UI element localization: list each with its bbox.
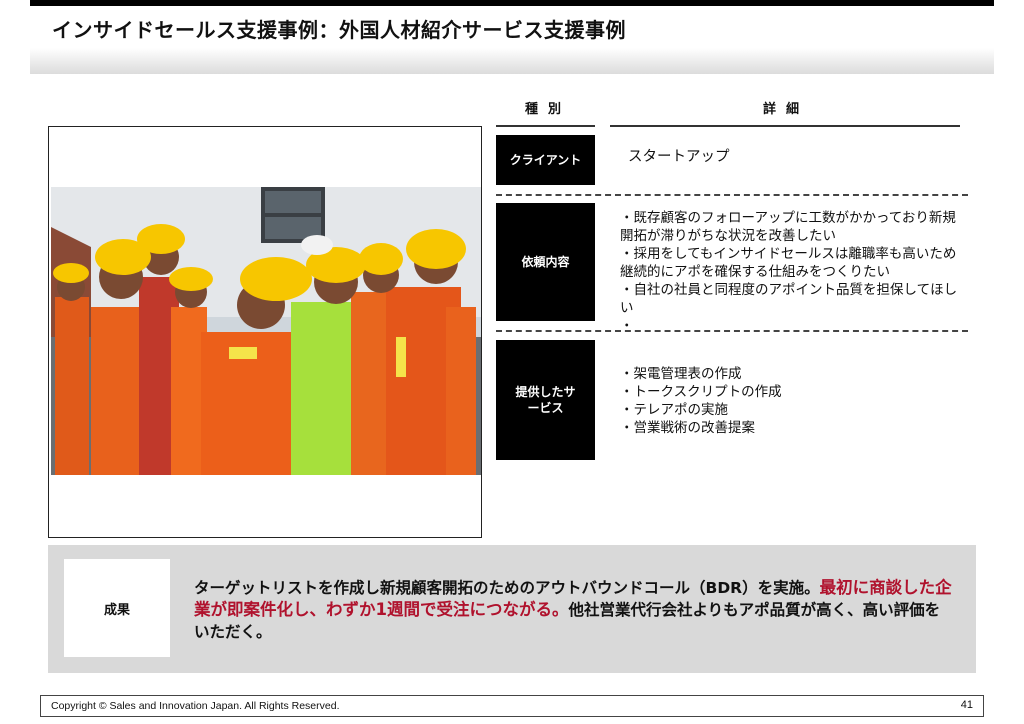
services-detail-item: ・架電管理表の作成 xyxy=(620,366,742,382)
services-detail-item: ・テレアポの実施 xyxy=(620,402,728,418)
detail-header-rule xyxy=(610,125,960,127)
services-detail-item: ・営業戦術の改善提案 xyxy=(620,420,755,436)
row-divider xyxy=(496,194,968,196)
services-category-text: 提供したサービス xyxy=(515,384,576,415)
request-detail-item: ・ xyxy=(620,318,634,334)
services-detail-list: ・架電管理表の作成 ・トークスクリプトの作成 ・テレアポの実施 ・営業戦術の改善… xyxy=(620,365,965,437)
category-column-header: 種別 xyxy=(525,102,572,117)
top-rule xyxy=(30,0,994,6)
row-divider xyxy=(496,330,968,332)
category-header-rule xyxy=(496,125,595,127)
client-category-label: クライアント xyxy=(496,135,595,185)
copyright-text: Copyright © Sales and Innovation Japan. … xyxy=(51,700,340,712)
services-detail-item: ・トークスクリプトの作成 xyxy=(620,384,782,400)
request-detail-item: ・採用をしてもインサイドセールスは離職率も高いため継続的にアポを確保する仕組みを… xyxy=(620,246,957,280)
workers-photo xyxy=(51,187,481,475)
construction-workers-image xyxy=(51,187,481,475)
request-detail-list: ・既存顧客のフォローアップに工数がかかっており新規開拓が滞りがちな状況を改善した… xyxy=(620,209,965,335)
footer: Copyright © Sales and Innovation Japan. … xyxy=(40,695,984,717)
request-category-label: 依頼内容 xyxy=(496,203,595,321)
client-detail-text: スタートアップ xyxy=(628,149,730,165)
client-detail: スタートアップ xyxy=(628,148,730,166)
request-detail-item: ・既存顧客のフォローアップに工数がかかっており新規開拓が滞りがちな状況を改善した… xyxy=(620,210,956,244)
result-label: 成果 xyxy=(64,559,170,657)
photo-frame xyxy=(48,126,482,538)
detail-column-header: 詳細 xyxy=(763,102,810,117)
title-band xyxy=(30,48,994,74)
page-number: 41 xyxy=(960,699,973,711)
result-text-intro: ターゲットリストを作成し新規顧客開拓のためのアウトバウンドコール（BDR）を実施… xyxy=(194,579,820,597)
page-title: インサイドセールス支援事例：外国人材紹介サービス支援事例 xyxy=(52,18,626,42)
result-text: ターゲットリストを作成し新規顧客開拓のためのアウトバウンドコール（BDR）を実施… xyxy=(194,577,954,643)
services-category-label: 提供したサービス xyxy=(496,340,595,460)
request-detail-item: ・自社の社員と同程度のアポイント品質を担保してほしい xyxy=(620,282,958,316)
